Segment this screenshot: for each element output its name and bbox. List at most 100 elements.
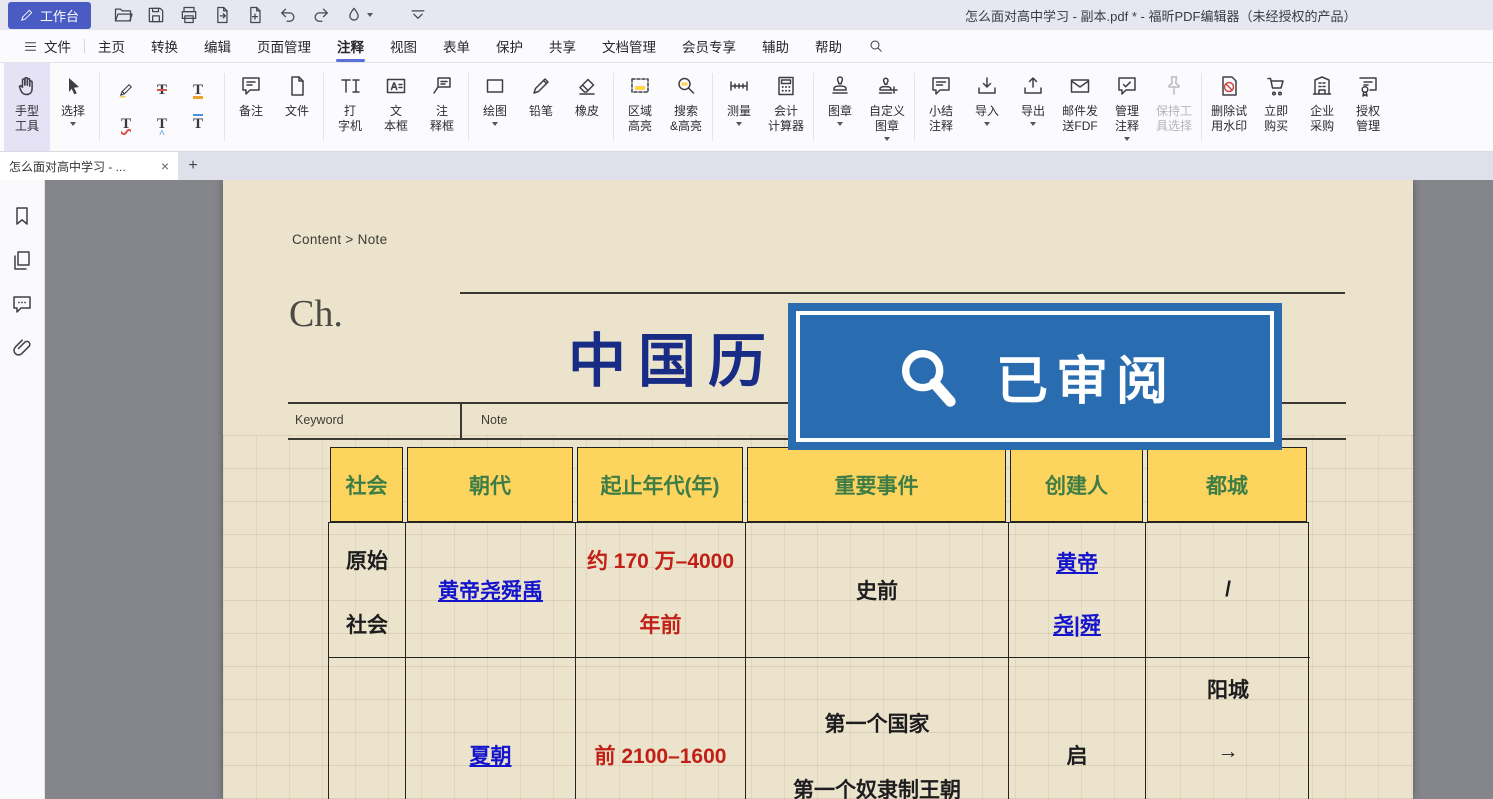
menu-protect[interactable]: 保护	[483, 30, 536, 62]
underline-text-button[interactable]: T	[185, 77, 211, 103]
email-fdf-button[interactable]: 邮件发 送FDF	[1056, 63, 1104, 151]
ribbon-separator	[224, 73, 225, 141]
search-highlight-icon	[674, 74, 698, 98]
menu-comment[interactable]: 注释	[324, 30, 377, 62]
custom-stamp-button[interactable]: 自定义 图章	[863, 63, 911, 151]
reviewed-stamp[interactable]: 已审阅	[788, 303, 1282, 450]
table-cell-society	[329, 658, 406, 799]
magnifier-icon	[894, 343, 962, 411]
keep-tool-selected-button[interactable]: 保持工 具选择	[1150, 63, 1198, 151]
remove-watermark-icon	[1217, 74, 1241, 98]
chapter-label: Ch.	[289, 292, 343, 336]
save-icon[interactable]	[146, 5, 166, 25]
breadcrumb: Content > Note	[292, 232, 387, 247]
search-icon	[868, 38, 884, 54]
drawing-tool-button[interactable]: 绘图	[472, 63, 518, 151]
stamp-button[interactable]: 图章	[817, 63, 863, 151]
manage-comments-button[interactable]: 管理 注释	[1104, 63, 1150, 151]
callout-button[interactable]: 注 释框	[419, 63, 465, 151]
select-tool-button[interactable]: 选择	[50, 63, 96, 151]
history-table: 社会 朝代 起止年代(年) 重要事件 创建人 都城 原始 社会 黄帝尧舜禹	[328, 447, 1309, 799]
create-pdf-icon[interactable]	[245, 5, 265, 25]
print-icon[interactable]	[179, 5, 199, 25]
export-comments-button[interactable]: 导出	[1010, 63, 1056, 151]
keyword-label: Keyword	[295, 413, 344, 427]
menu-home[interactable]: 主页	[85, 30, 138, 62]
menu-help[interactable]: 帮助	[802, 30, 855, 62]
accounting-calculator-button[interactable]: 会计 计算器	[762, 63, 810, 151]
menu-page-management[interactable]: 页面管理	[244, 30, 324, 62]
comments-panel-icon[interactable]	[10, 292, 34, 316]
file-attachment-button[interactable]: 文件	[274, 63, 320, 151]
summarize-comments-button[interactable]: 小结 注释	[918, 63, 964, 151]
column-header: 朝代	[407, 447, 573, 522]
pages-panel-icon[interactable]	[10, 248, 34, 272]
bookmarks-panel-icon[interactable]	[10, 204, 34, 228]
document-canvas[interactable]: Content > Note Ch. 中国历 Keyword Note 已审阅	[45, 180, 1493, 799]
area-highlight-button[interactable]: 区域 高亮	[617, 63, 663, 151]
buy-now-button[interactable]: 立即 购买	[1253, 63, 1299, 151]
redo-icon[interactable]	[311, 5, 331, 25]
reviewed-stamp-text: 已审阅	[996, 339, 1176, 414]
ribbon-separator	[323, 73, 324, 141]
founder-link[interactable]: 黄帝	[1056, 547, 1098, 577]
enterprise-building-icon	[1310, 74, 1334, 98]
select-tool-label: 选择	[61, 104, 85, 119]
dynasty-link[interactable]: 夏朝	[470, 740, 512, 770]
founder-link[interactable]: 尧|舜	[1053, 609, 1101, 639]
ruler-icon	[727, 74, 751, 98]
attachments-panel-icon[interactable]	[10, 336, 34, 360]
table-cell-founder: 黄帝 尧|舜	[1009, 523, 1146, 658]
ribbon-separator	[1201, 73, 1202, 141]
hand-tool-button[interactable]: 手型 工具	[4, 63, 50, 151]
squiggly-text-button[interactable]: T	[113, 111, 139, 137]
license-management-button[interactable]: 授权 管理	[1345, 63, 1391, 151]
menu-file[interactable]: 文件	[10, 30, 84, 62]
replace-text-button[interactable]: T	[185, 111, 211, 137]
typewriter-button[interactable]: 打 字机	[327, 63, 373, 151]
export-icon	[1021, 74, 1045, 98]
note-comment-button[interactable]: 备注	[228, 63, 274, 151]
menu-document-management[interactable]: 文档管理	[589, 30, 669, 62]
insert-text-button[interactable]: T	[149, 111, 175, 137]
menu-member-exclusive[interactable]: 会员专享	[669, 30, 749, 62]
pencil-tool-button[interactable]: 铅笔	[518, 63, 564, 151]
menu-view[interactable]: 视图	[377, 30, 430, 62]
column-header: 都城	[1147, 447, 1307, 522]
new-tab-button[interactable]: +	[178, 152, 208, 180]
document-tab-title: 怎么面对高中学习 - ...	[9, 158, 153, 175]
menu-convert[interactable]: 转换	[138, 30, 191, 62]
highlighter-icon	[117, 81, 135, 99]
open-file-icon[interactable]	[113, 5, 133, 25]
menu-share[interactable]: 共享	[536, 30, 589, 62]
document-tab[interactable]: 怎么面对高中学习 - ... ×	[0, 152, 178, 180]
export-pdf-icon[interactable]	[212, 5, 232, 25]
remove-trial-watermark-button[interactable]: 删除试 用水印	[1205, 63, 1253, 151]
menu-search-button[interactable]	[855, 30, 897, 62]
select-cursor-icon	[61, 74, 85, 98]
close-tab-icon[interactable]: ×	[161, 159, 169, 173]
highlight-text-button[interactable]	[113, 77, 139, 103]
undo-icon[interactable]	[278, 5, 298, 25]
pen-nib-icon	[20, 8, 34, 22]
format-ink-icon[interactable]	[344, 5, 373, 25]
menu-edit[interactable]: 编辑	[191, 30, 244, 62]
dynasty-link[interactable]: 黄帝尧舜禹	[438, 575, 543, 605]
strikethrough-text-button[interactable]: T	[149, 77, 175, 103]
collapse-toolbar-icon[interactable]	[408, 5, 428, 25]
dropdown-arrow-icon	[367, 13, 373, 17]
file-icon	[285, 74, 309, 98]
import-comments-button[interactable]: 导入	[964, 63, 1010, 151]
menu-form[interactable]: 表单	[430, 30, 483, 62]
textbox-button[interactable]: 文 本框	[373, 63, 419, 151]
menu-accessibility[interactable]: 辅助	[749, 30, 802, 62]
measure-tool-button[interactable]: 测量	[716, 63, 762, 151]
ribbon-separator	[99, 73, 100, 141]
underline-icon: T	[193, 83, 203, 98]
table-cell-event: 第一个国家 第一个奴隶制王朝	[746, 658, 1009, 799]
workbench-button[interactable]: 工作台	[8, 2, 91, 29]
table-cell-capital: 阳城 →	[1146, 658, 1310, 799]
eraser-tool-button[interactable]: 橡皮	[564, 63, 610, 151]
enterprise-purchase-button[interactable]: 企业 采购	[1299, 63, 1345, 151]
search-highlight-button[interactable]: 搜索 &高亮	[663, 63, 709, 151]
